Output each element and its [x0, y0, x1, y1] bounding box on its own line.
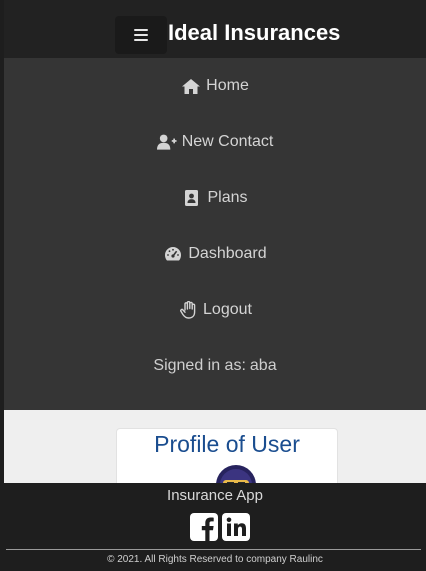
brand-title[interactable]: Ideal Insurances	[168, 18, 340, 48]
profile-card: Profile of User	[116, 428, 338, 483]
signed-in-prefix: Signed in as:	[153, 357, 246, 374]
hand-wave-icon	[178, 301, 198, 319]
navbar-toggler-button[interactable]	[115, 16, 167, 54]
home-icon	[181, 77, 201, 95]
nav-logout[interactable]: Logout	[4, 292, 426, 328]
signed-in-status: Signed in as: aba	[4, 348, 426, 384]
nav-home[interactable]: Home	[4, 68, 426, 104]
footer-title: Insurance App	[167, 487, 263, 504]
nav-new-contact[interactable]: New Contact	[4, 124, 426, 160]
nav-menu: Home New Contact Plans Dashboard Logout …	[4, 58, 426, 410]
nav-plans-label: Plans	[207, 189, 248, 206]
linkedin-icon[interactable]	[222, 513, 250, 541]
avatar	[215, 464, 257, 483]
footer-divider	[6, 549, 421, 550]
signed-in-user: aba	[249, 357, 277, 374]
nav-logout-label: Logout	[203, 301, 252, 318]
app-frame: Ideal Insurances Home New Contact Plans …	[0, 0, 426, 571]
nav-dashboard-label: Dashboard	[188, 245, 267, 262]
user-plus-icon	[156, 133, 177, 151]
facebook-icon[interactable]	[190, 513, 218, 541]
contact-card-icon	[182, 189, 202, 207]
profile-title: Profile of User	[154, 431, 300, 457]
hamburger-icon-bar	[134, 39, 148, 41]
copyright-text: © 2021. All Rights Reserved to company R…	[107, 554, 323, 565]
main-content: Profile of User	[4, 410, 426, 483]
navbar: Ideal Insurances	[4, 0, 426, 58]
hamburger-icon	[134, 29, 148, 31]
nav-dashboard[interactable]: Dashboard	[4, 236, 426, 272]
nav-new-contact-label: New Contact	[181, 133, 274, 150]
hamburger-icon-bar	[134, 34, 148, 36]
nav-plans[interactable]: Plans	[4, 180, 426, 216]
footer: Insurance App © 2021. All Rights Reserve…	[4, 483, 426, 571]
nav-home-label: Home	[206, 77, 249, 94]
gauge-icon	[163, 245, 183, 263]
